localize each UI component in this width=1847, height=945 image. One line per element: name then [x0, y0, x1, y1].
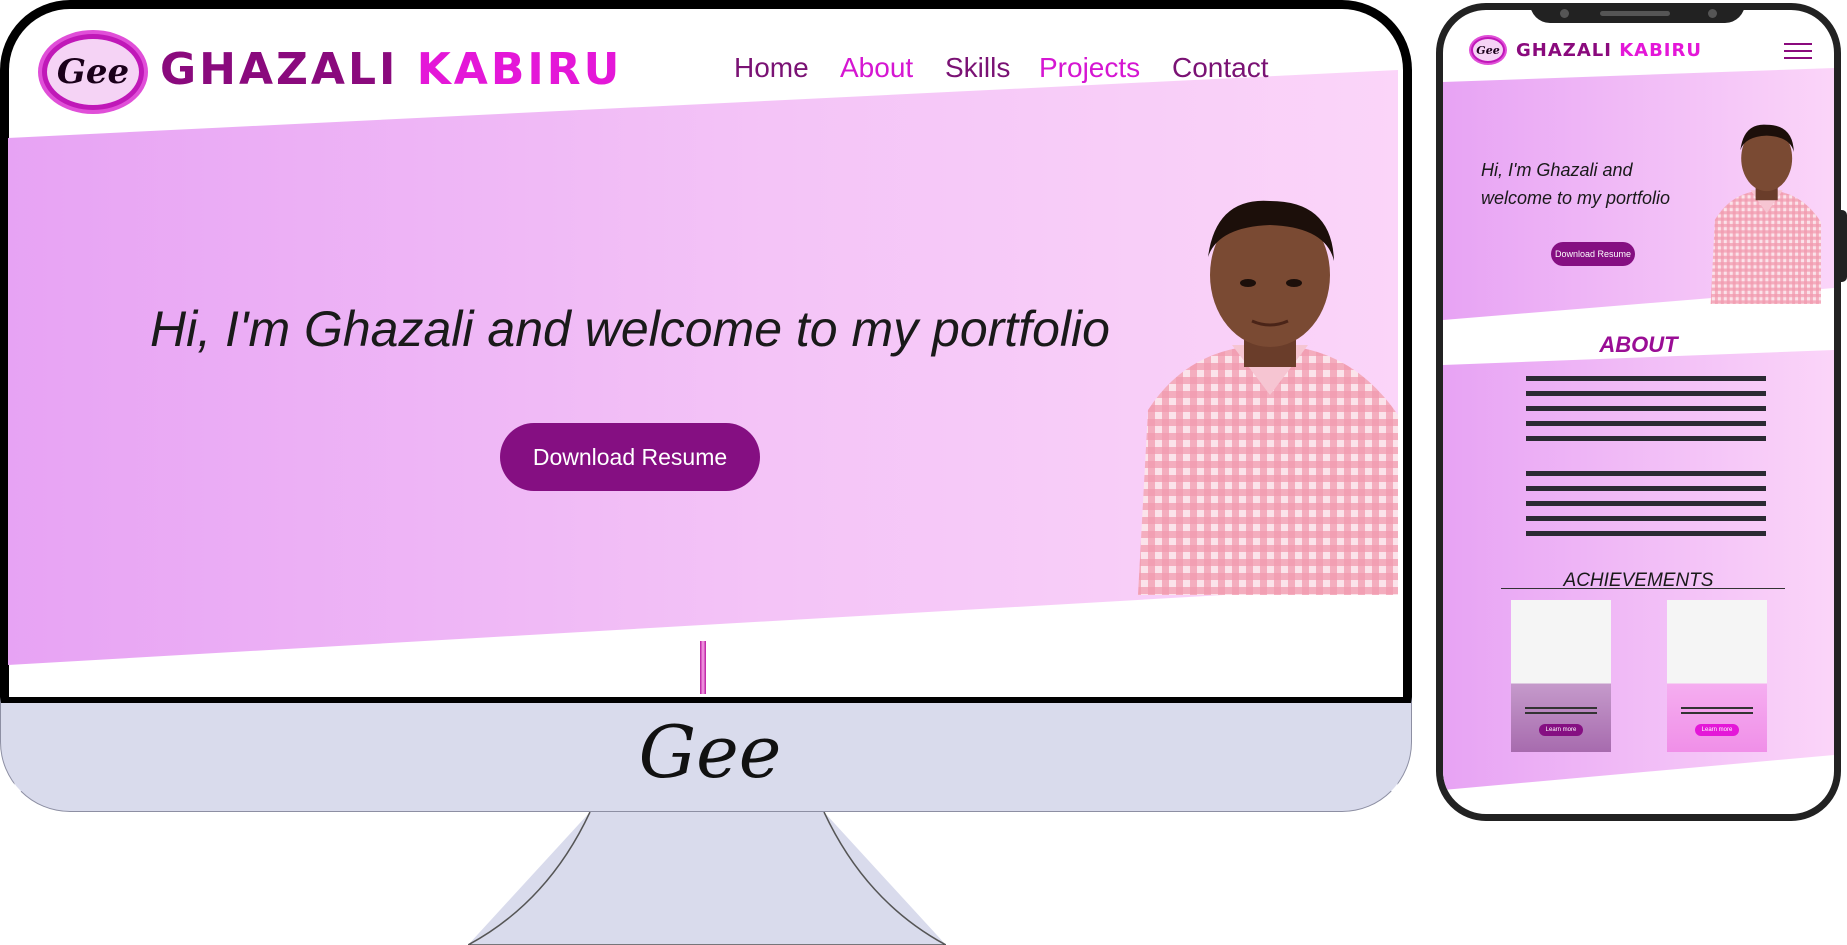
person-illustration [1138, 200, 1398, 595]
mobile-download-resume-button[interactable]: Download Resume [1551, 242, 1635, 266]
achievement-card[interactable]: Learn more [1511, 600, 1611, 752]
card-line [1525, 707, 1597, 709]
mobile-logo-icon[interactable]: Gee [1471, 37, 1505, 63]
hamburger-menu-icon[interactable] [1784, 43, 1812, 61]
achievement-card[interactable]: Learn more [1667, 600, 1767, 752]
mobile-phone: Gee GHAZALI KABIRU Hi, I'm Ghazali and w… [1436, 3, 1841, 821]
card-line [1525, 712, 1597, 714]
mobile-logo-text: Gee [1476, 43, 1500, 57]
about-text-placeholder-2 [1526, 471, 1766, 546]
profile-photo [1120, 195, 1398, 595]
mobile-profile-photo [1703, 122, 1821, 304]
nav-home-link[interactable]: Home [734, 52, 809, 84]
logo-icon[interactable]: Gee [42, 34, 144, 110]
nav-skills-link[interactable]: Skills [945, 52, 1010, 84]
nav-contact-link[interactable]: Contact [1172, 52, 1269, 84]
mobile-person-illustration [1710, 124, 1821, 304]
logo-text: Gee [56, 52, 130, 92]
monitor-stand-outline [468, 812, 946, 945]
brand-first-name: GHAZALI [160, 44, 399, 95]
brand-name[interactable]: GHAZALI KABIRU [160, 44, 622, 95]
mobile-brand-name[interactable]: GHAZALI KABIRU [1516, 40, 1702, 61]
mobile-about-title: ABOUT [1599, 332, 1678, 357]
mobile-brand-last-name: KABIRU [1619, 40, 1702, 61]
brand-last-name: KABIRU [416, 44, 623, 95]
phone-notch [1530, 3, 1745, 23]
mobile-brand-first-name: GHAZALI [1516, 40, 1612, 61]
achievements-underline [1501, 588, 1785, 589]
section-divider [700, 641, 706, 694]
nav-about-link[interactable]: About [840, 52, 913, 84]
chin-signature: Gee [638, 710, 782, 794]
about-text-placeholder-1 [1526, 376, 1766, 451]
nav-projects-link[interactable]: Projects [1039, 52, 1140, 84]
card-line [1681, 707, 1753, 709]
card-line [1681, 712, 1753, 714]
download-resume-button[interactable]: Download Resume [500, 423, 760, 491]
card-learn-more-button[interactable]: Learn more [1695, 724, 1739, 736]
hero-headline: Hi, I'm Ghazali and welcome to my portfo… [150, 301, 1110, 357]
phone-side-button [1838, 210, 1847, 282]
card-learn-more-button[interactable]: Learn more [1539, 724, 1583, 736]
mobile-hero-headline: Hi, I'm Ghazali and welcome to my portfo… [1481, 160, 1671, 208]
